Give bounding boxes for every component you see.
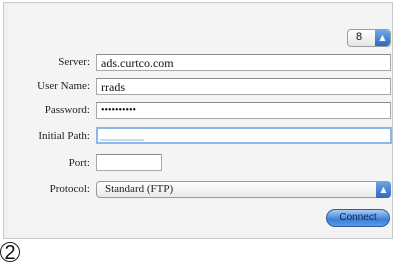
connect-button[interactable]: Connect [326, 209, 390, 227]
protocol-label: Protocol: [49, 183, 90, 195]
port-field[interactable] [96, 154, 162, 171]
connection-panel: 8 ▲ Server: ads.curtco.com User Name: rr… [8, 5, 392, 231]
server-label: Server: [58, 56, 90, 68]
port-label: Port: [68, 157, 90, 169]
server-field[interactable]: ads.curtco.com [96, 54, 391, 71]
ftp-connect-window: 8 ▲ Server: ads.curtco.com User Name: rr… [3, 2, 393, 239]
password-value: •••••••••• [101, 105, 137, 116]
password-field[interactable]: •••••••••• [96, 102, 391, 119]
stepper-value: 8 [356, 31, 363, 43]
text-cursor-highlight [100, 139, 144, 141]
protocol-select[interactable]: Standard (FTP) ▲ [96, 181, 391, 198]
initial-path-field[interactable] [96, 127, 392, 144]
up-down-arrows-icon: ▲ [376, 181, 391, 198]
user-name-value: rrads [101, 80, 125, 94]
protocol-selected: Standard (FTP) [105, 183, 174, 195]
initial-path-label: Initial Path: [38, 130, 90, 142]
password-label: Password: [44, 104, 90, 116]
step-number-marker: 2 [0, 242, 20, 263]
bookmark-stepper[interactable]: 8 ▲ [347, 29, 391, 47]
server-value: ads.curtco.com [101, 56, 174, 70]
user-name-label: User Name: [37, 80, 90, 92]
up-down-arrows-icon[interactable]: ▲ [375, 30, 390, 46]
user-name-field[interactable]: rrads [96, 78, 391, 95]
